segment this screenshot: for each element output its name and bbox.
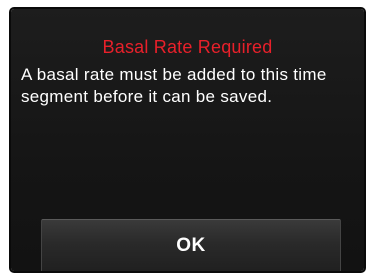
device-bezel: Basal Rate Required A basal rate must be… bbox=[0, 0, 373, 278]
dialog-title: Basal Rate Required bbox=[102, 37, 273, 57]
ok-button[interactable]: OK bbox=[41, 219, 341, 271]
alert-dialog: Basal Rate Required A basal rate must be… bbox=[11, 9, 364, 271]
ok-button-label: OK bbox=[176, 234, 206, 256]
dialog-message: A basal rate must be added to this time … bbox=[21, 65, 327, 106]
